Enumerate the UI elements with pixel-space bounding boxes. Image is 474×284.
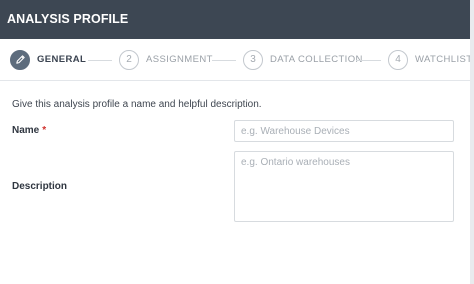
step-connector <box>356 60 381 61</box>
step-data-collection-number: 3 <box>243 49 263 70</box>
step-assignment[interactable]: 2 ASSIGNMENT <box>119 49 213 70</box>
panel-header: ANALYSIS PROFILE <box>0 0 470 39</box>
step-assignment-number: 2 <box>119 49 139 70</box>
step-data-collection-label: DATA COLLECTION <box>270 54 363 65</box>
name-input[interactable] <box>234 120 454 142</box>
step-watchlist-label: WATCHLIST <box>415 54 470 65</box>
step-watchlist-number: 4 <box>388 49 408 70</box>
step-watchlist[interactable]: 4 WATCHLIST <box>388 49 470 70</box>
step-connector <box>212 60 236 61</box>
pencil-icon <box>10 49 30 70</box>
analysis-profile-panel: ANALYSIS PROFILE GENERAL 2 ASSIGNMENT 3 … <box>0 0 470 284</box>
step-general-label: GENERAL <box>37 54 87 65</box>
step-assignment-label: ASSIGNMENT <box>146 54 213 65</box>
name-field-label: Name * <box>12 125 46 136</box>
form-intro-text: Give this analysis profile a name and he… <box>12 99 262 110</box>
step-data-collection[interactable]: 3 DATA COLLECTION <box>243 49 363 70</box>
panel-title: ANALYSIS PROFILE <box>7 12 129 26</box>
name-label-text: Name <box>12 125 40 136</box>
description-field-label: Description <box>12 181 68 192</box>
required-marker: * <box>42 125 47 136</box>
step-connector <box>88 60 112 61</box>
description-textarea[interactable] <box>234 151 454 222</box>
step-general[interactable]: GENERAL <box>10 49 86 70</box>
